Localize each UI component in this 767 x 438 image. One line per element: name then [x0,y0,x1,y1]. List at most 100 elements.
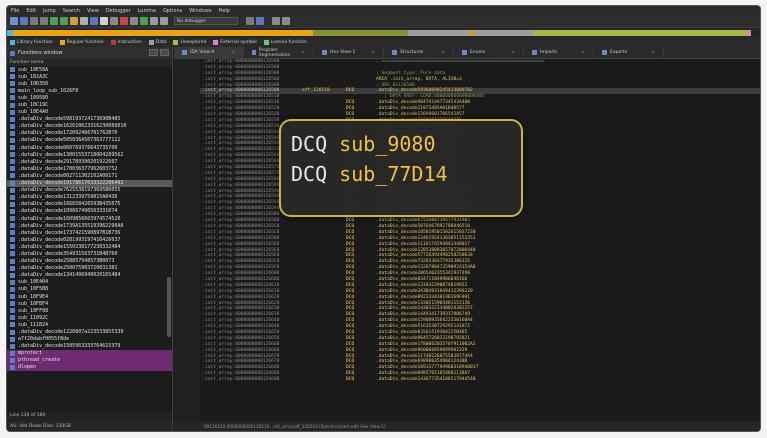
close-tab-icon[interactable]: × [441,50,445,55]
menu-item-help[interactable]: Help [219,8,230,14]
function-list-item[interactable]: sub_10D350 [7,80,172,87]
debug-step-icon[interactable] [246,17,254,25]
menu-item-windows[interactable]: Windows [189,8,211,14]
graph-icon[interactable] [100,17,108,25]
function-list-item[interactable]: .dataDiv_decode1550238177230332484 [7,243,172,250]
function-list-item[interactable]: .dataDiv_decode1312339759015A0436 [7,194,172,201]
function-list-item[interactable]: sub_10E4A0 [7,109,172,116]
undo-icon[interactable] [30,17,38,25]
disassembly-listing[interactable]: .init_array:0000000000126508; ==========… [200,59,760,421]
function-list-item[interactable]: sub_10C19C [7,101,172,108]
function-list-item[interactable]: .dataDiv_decode354931563731B4B760 [7,250,172,257]
function-list-item[interactable]: .dataDiv_decode19178617633322206492 [7,179,172,187]
function-list-item[interactable]: dlopen [7,363,172,372]
function-list-item[interactable]: mprotect [7,349,172,357]
function-list[interactable]: sub_10E58A sub_102A3C sub_10D350 main_loop_… [7,66,172,390]
hex-icon[interactable] [90,17,98,25]
search-icon[interactable] [70,17,78,25]
function-list-item[interactable]: sub_111B24 [7,321,172,328]
function-list-item[interactable]: .dataDiv_decode598193724173690B485 [7,116,172,123]
tab-structures[interactable]: Structures × [384,46,454,59]
tab-icon [602,50,607,55]
function-list-item[interactable]: .dataDiv_decode250075903720031381 [7,265,172,272]
zoom-symbol[interactable]: sub_9080 [339,132,435,156]
function-list-item[interactable]: pthread_create [7,356,172,364]
function-list-item[interactable]: .dataDiv_decode166658426593B435075 [7,201,172,208]
redo-icon[interactable] [40,17,48,25]
function-list-item[interactable]: .dataDiv_decode162610623316230089010 [7,123,172,130]
function-list-item[interactable]: sub_109580 [7,94,172,101]
menu-item-search[interactable]: Search [63,8,80,14]
menu-item-jump[interactable]: Jump [43,8,56,14]
open-icon[interactable] [10,17,18,25]
zoom-symbol[interactable]: sub_77D14 [339,162,447,186]
function-list-item[interactable]: sub_10E58A [7,66,172,73]
play-icon[interactable] [140,17,148,25]
tab-exports[interactable]: Exports × [594,46,664,59]
restore-button[interactable] [149,49,158,56]
menu-item-options[interactable]: Options [163,8,182,14]
function-list-item[interactable]: sub_11092C [7,314,172,321]
function-list-item[interactable]: .dataDiv_decode291789390201922607 [7,158,172,165]
function-list-item[interactable]: .dataDiv_decode109667496563331074 [7,208,172,215]
tab-imports[interactable]: Imports × [524,46,594,59]
forward-icon[interactable] [60,17,68,25]
close-tab-icon[interactable]: × [371,50,375,55]
function-list-item[interactable]: sub_10FF08 [7,307,172,314]
code-line[interactable]: .init_array:0000000000126690 DCQ .dataDiv_… [200,377,760,383]
function-list-item[interactable]: .dataDiv_decode170036377962603752 [7,165,172,172]
close-tab-icon[interactable]: × [511,50,515,55]
menu-item-view[interactable]: View [87,8,99,14]
tab-ida-view-a[interactable]: IDA View-A × [174,46,244,59]
function-list-item[interactable]: sub_10E404 [7,279,172,286]
save-icon[interactable] [20,17,28,25]
function-name-column-header[interactable]: Function name [7,59,172,66]
menu-item-debugger[interactable]: Debugger [106,8,131,14]
function-list-item[interactable]: .dataDiv_decode1739A1355193962290A8 [7,222,172,229]
layout-icon[interactable] [272,17,280,25]
close-button[interactable] [160,49,169,56]
menu-item-lumina[interactable]: Lumina [138,8,156,14]
function-list-item[interactable]: .dataDiv_decode1505963333764615379 [7,343,172,350]
function-list-scrollbar[interactable] [167,277,171,337]
function-list-item[interactable]: sub_10FBF4 [7,300,172,307]
function-list-item[interactable]: .dataDiv_decode002711302102A00171 [7,172,172,179]
function-list-item[interactable]: .dataDiv_decode172092466701762B70 [7,130,172,137]
pause-icon[interactable] [150,17,158,25]
function-list-item[interactable]: sub_102A3C [7,73,172,80]
navigation-band[interactable] [7,28,760,38]
close-tab-icon[interactable]: × [231,50,235,55]
tab-hex-view-1[interactable]: Hex View-1 × [314,46,384,59]
tab-enums[interactable]: Enums × [454,46,524,59]
function-list-item[interactable]: .dataDiv_decode060769376643735700 [7,144,172,151]
list-icon[interactable] [110,17,118,25]
back-icon[interactable] [50,17,58,25]
close-tab-icon[interactable]: × [651,50,655,55]
function-list-item[interactable]: .dataDiv_decode1220807a223533855339 [7,328,172,335]
function-list-item[interactable]: a7f20dabf0055f8de [7,336,172,343]
function-list-item[interactable]: .dataDiv_decode130015537180D4289562 [7,151,172,158]
function-list-item[interactable]: .dataDiv_decode1341406940020165484 [7,272,172,279]
menu-item-file[interactable]: File [11,8,19,14]
function-list-item[interactable]: .dataDiv_decode76255381973695B0055 [7,187,172,194]
code-icon[interactable] [130,17,138,25]
breakpoint-icon[interactable] [120,17,128,25]
function-list-item[interactable]: .dataDiv_decode0281993197416426037 [7,236,172,243]
function-list-item[interactable]: .dataDiv_decode1737421590897B1B736 [7,229,172,236]
close-tab-icon[interactable]: × [581,50,585,55]
debugger-select[interactable]: No debugger [174,17,238,25]
function-list-item[interactable]: main_loop_sub_1026F8 [7,87,172,94]
close-tab-icon[interactable]: × [301,50,305,55]
function-list-item[interactable]: .dataDiv_decode1609B56603974574520 [7,215,172,222]
binary-search-icon[interactable] [80,17,88,25]
function-list-item[interactable]: sub_10F9E4 [7,293,172,300]
function-list-item[interactable]: .dataDiv_decode258857948573B0073 [7,258,172,265]
window-icon[interactable] [282,17,290,25]
tab-program-segmentation[interactable]: Program Segmentation × [244,46,314,59]
function-list-item[interactable]: .dataDiv_decode505036A507363777111 [7,137,172,144]
function-list-item[interactable]: sub_10F5B8 [7,286,172,293]
debug-options-icon[interactable] [256,17,264,25]
zoom-line: DCQ sub_9080 [291,132,436,156]
stop-icon[interactable] [160,17,168,25]
menu-item-edit[interactable]: Edit [26,8,36,14]
